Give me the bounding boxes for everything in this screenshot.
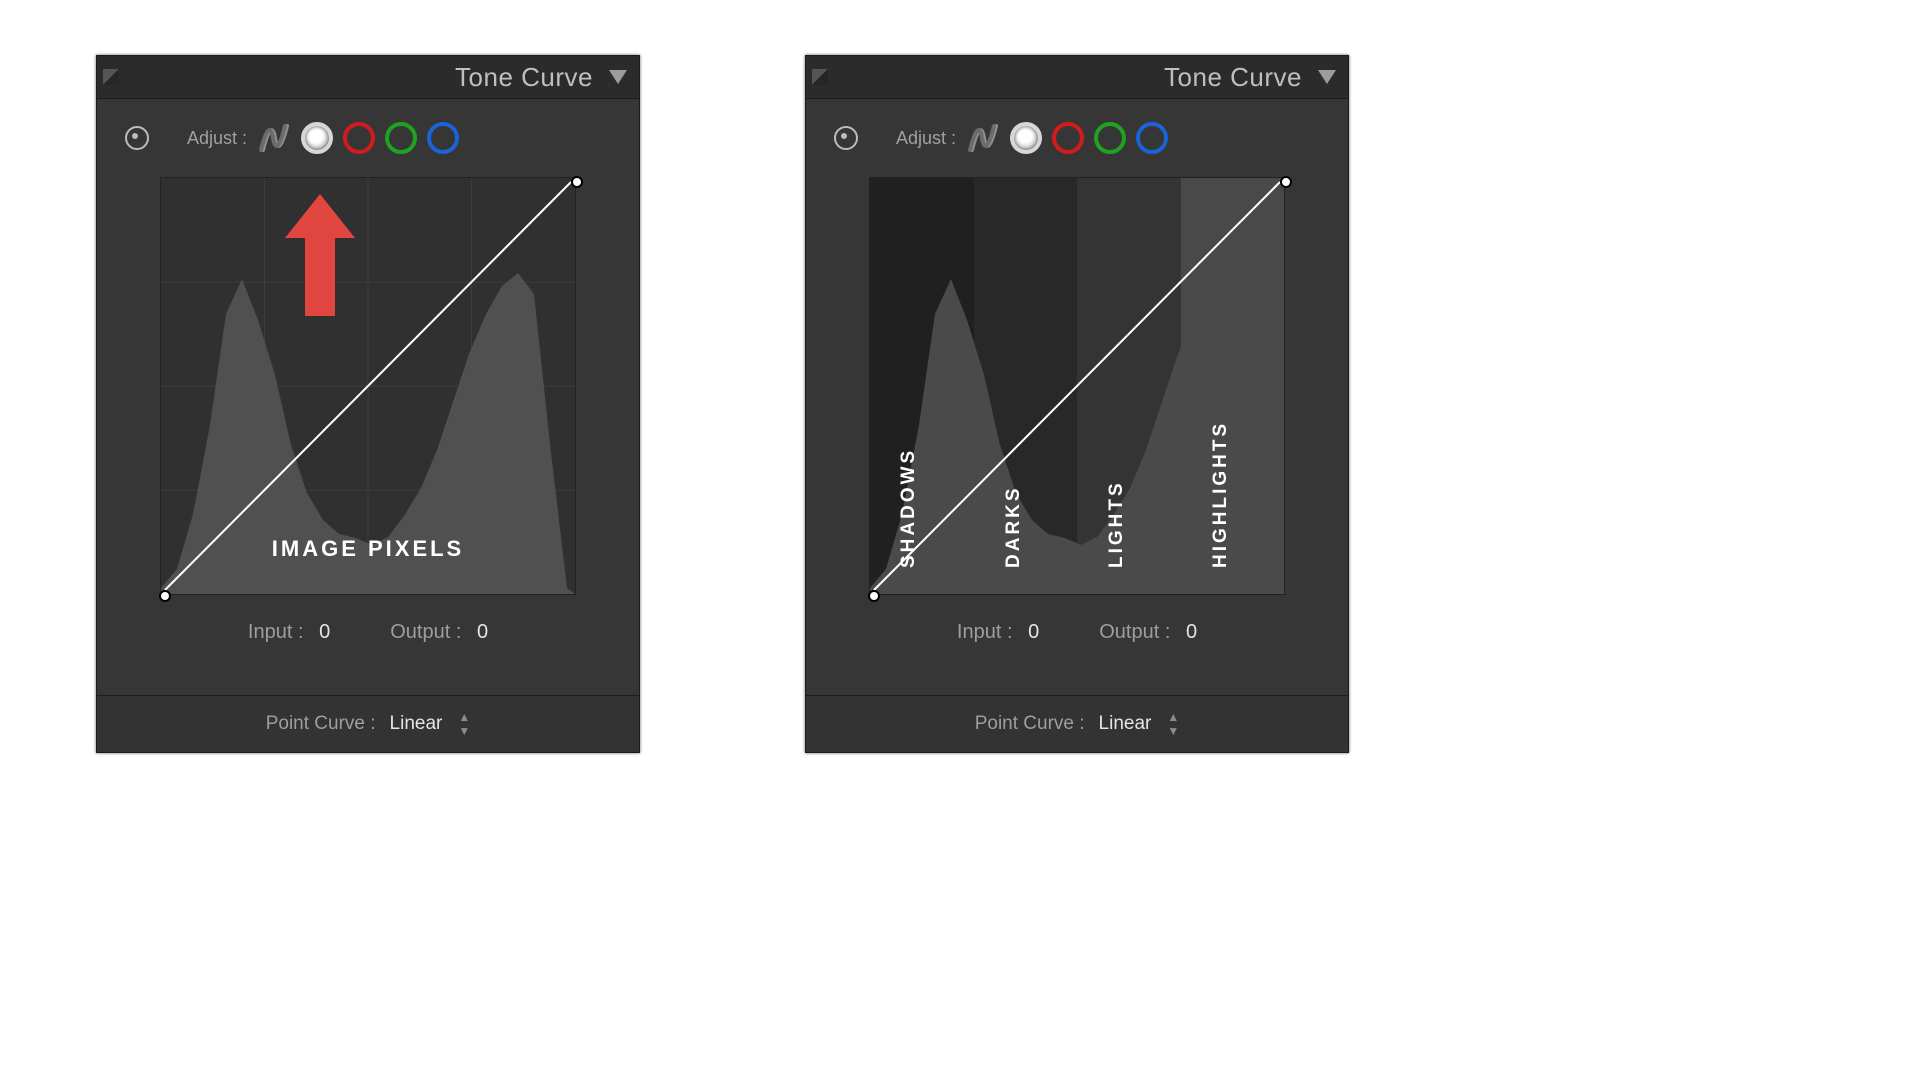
panel-title: Tone Curve <box>1164 62 1302 93</box>
input-label: Input : <box>957 621 1013 643</box>
panel-title: Tone Curve <box>455 62 593 93</box>
channel-blue-button[interactable] <box>427 122 459 154</box>
curve-point-white[interactable] <box>571 176 583 188</box>
annotation-image-pixels: IMAGE PIXELS <box>272 536 464 562</box>
dropdown-indicator-icon[interactable]: ▲▼ <box>1167 710 1179 738</box>
tone-curve-panel-right: Tone Curve Adjust : <box>805 55 1349 753</box>
curve-point-black[interactable] <box>868 590 880 602</box>
targeted-adjustment-tool-icon[interactable] <box>125 126 149 150</box>
input-value: 0 <box>319 621 330 643</box>
point-curve-label: Point Curve : <box>975 713 1085 735</box>
channel-rgb-button[interactable] <box>301 122 333 154</box>
channel-parametric-icon[interactable] <box>259 122 291 154</box>
output-value: 0 <box>477 621 488 643</box>
targeted-adjustment-tool-icon[interactable] <box>834 126 858 150</box>
panel-footer: Point Curve : Linear ▲▼ <box>97 695 639 752</box>
output-readout: Output : 0 <box>390 621 488 644</box>
curve-editor[interactable]: IMAGE PIXELS <box>160 177 576 595</box>
io-readout: Input : 0 Output : 0 <box>806 621 1348 644</box>
channel-selector <box>259 122 459 154</box>
output-value: 0 <box>1186 621 1197 643</box>
panel-header: Tone Curve <box>806 56 1348 99</box>
point-curve-label: Point Curve : <box>266 713 376 735</box>
panel-grip-icon[interactable] <box>812 69 828 85</box>
panel-grip-icon[interactable] <box>103 69 119 85</box>
point-curve-select[interactable]: Linear <box>390 713 443 735</box>
curve-point-black[interactable] <box>159 590 171 602</box>
io-readout: Input : 0 Output : 0 <box>97 621 639 644</box>
channel-selector <box>968 122 1168 154</box>
channel-green-button[interactable] <box>385 122 417 154</box>
channel-green-button[interactable] <box>1094 122 1126 154</box>
output-readout: Output : 0 <box>1099 621 1197 644</box>
panel-header: Tone Curve <box>97 56 639 99</box>
zone-label-lights: LIGHTS <box>1106 480 1128 568</box>
zone-label-shadows: SHADOWS <box>898 448 920 568</box>
channel-red-button[interactable] <box>343 122 375 154</box>
output-label: Output : <box>390 621 461 643</box>
channel-red-button[interactable] <box>1052 122 1084 154</box>
adjust-row: Adjust : <box>806 99 1348 169</box>
input-readout: Input : 0 <box>248 621 330 644</box>
panel-collapse-toggle[interactable] <box>607 68 629 86</box>
input-value: 0 <box>1028 621 1039 643</box>
curve-editor[interactable]: SHADOWS DARKS LIGHTS HIGHLIGHTS <box>869 177 1285 595</box>
zone-label-darks: DARKS <box>1003 485 1025 568</box>
zone-label-highlights: HIGHLIGHTS <box>1210 421 1232 568</box>
channel-blue-button[interactable] <box>1136 122 1168 154</box>
curve-line[interactable] <box>161 178 575 594</box>
adjust-label: Adjust : <box>187 128 247 149</box>
panel-collapse-toggle[interactable] <box>1316 68 1338 86</box>
output-label: Output : <box>1099 621 1170 643</box>
dropdown-indicator-icon[interactable]: ▲▼ <box>458 710 470 738</box>
tone-curve-panel-left: Tone Curve Adjust : <box>96 55 640 753</box>
channel-rgb-button[interactable] <box>1010 122 1042 154</box>
adjust-label: Adjust : <box>896 128 956 149</box>
curve-point-white[interactable] <box>1280 176 1292 188</box>
panel-footer: Point Curve : Linear ▲▼ <box>806 695 1348 752</box>
input-readout: Input : 0 <box>957 621 1039 644</box>
channel-parametric-icon[interactable] <box>968 122 1000 154</box>
input-label: Input : <box>248 621 304 643</box>
adjust-row: Adjust : <box>97 99 639 169</box>
point-curve-select[interactable]: Linear <box>1099 713 1152 735</box>
